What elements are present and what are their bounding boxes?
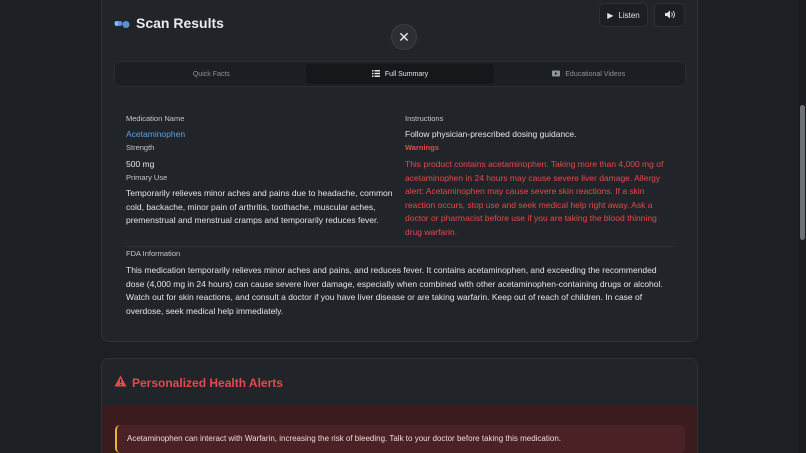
strength-label: Strength [126,143,155,152]
medication-name-label: Medication Name [126,114,185,123]
scan-results-header: Scan Results [114,15,224,31]
primary-use-label: Primary Use [126,173,168,182]
video-icon [552,70,561,79]
scan-results-card: Scan Results ▶ Listen ✕ Quick Facts Full… [101,0,698,342]
fda-information-label: FDA Information [126,249,181,258]
tab-full-summary[interactable]: Full Summary [305,64,495,84]
listen-label: Listen [618,10,640,20]
close-button[interactable]: ✕ [391,24,417,50]
scrollbar-thumb[interactable] [800,105,805,240]
alert-item: Acetaminophen can interact with Warfarin… [115,425,685,453]
play-icon: ▶ [607,10,614,20]
volume-button[interactable] [654,3,685,27]
page-title: Scan Results [136,15,224,31]
warning-triangle-icon [114,375,127,390]
alerts-body: Acetaminophen can interact with Warfarin… [102,405,697,453]
tab-label: Quick Facts [192,70,230,78]
scrollbar[interactable] [798,0,806,453]
tab-quick-facts[interactable]: Quick Facts [117,64,306,84]
list-icon [371,69,380,79]
tab-label: Educational Videos [565,70,626,78]
pills-icon [114,17,130,29]
medication-name-value: Acetaminophen [126,129,186,139]
speaker-icon [664,10,675,21]
alerts-title: Personalized Health Alerts [132,375,283,390]
instructions-label: Instructions [405,114,444,123]
warnings-value: This product contains acetaminophen. Tak… [405,159,664,237]
close-icon: ✕ [398,28,410,45]
summary-tabs: Quick Facts Full Summary Educational Vid… [114,61,686,87]
health-alerts-card: Personalized Health Alerts Acetaminophen… [101,358,698,453]
tab-educational-videos[interactable]: Educational Videos [494,64,683,84]
instructions-value: Follow physician-prescribed dosing guida… [405,129,577,139]
primary-use-value: Temporarily relieves minor aches and pai… [126,188,393,225]
alerts-header: Personalized Health Alerts [114,375,283,390]
fda-information-value: This medication temporarily relieves min… [126,265,663,316]
strength-value: 500 mg [126,159,155,169]
warnings-label: Warnings [405,143,439,152]
listen-button[interactable]: ▶ Listen [599,3,648,27]
section-divider [126,246,674,247]
tab-label: Full Summary [384,70,429,78]
